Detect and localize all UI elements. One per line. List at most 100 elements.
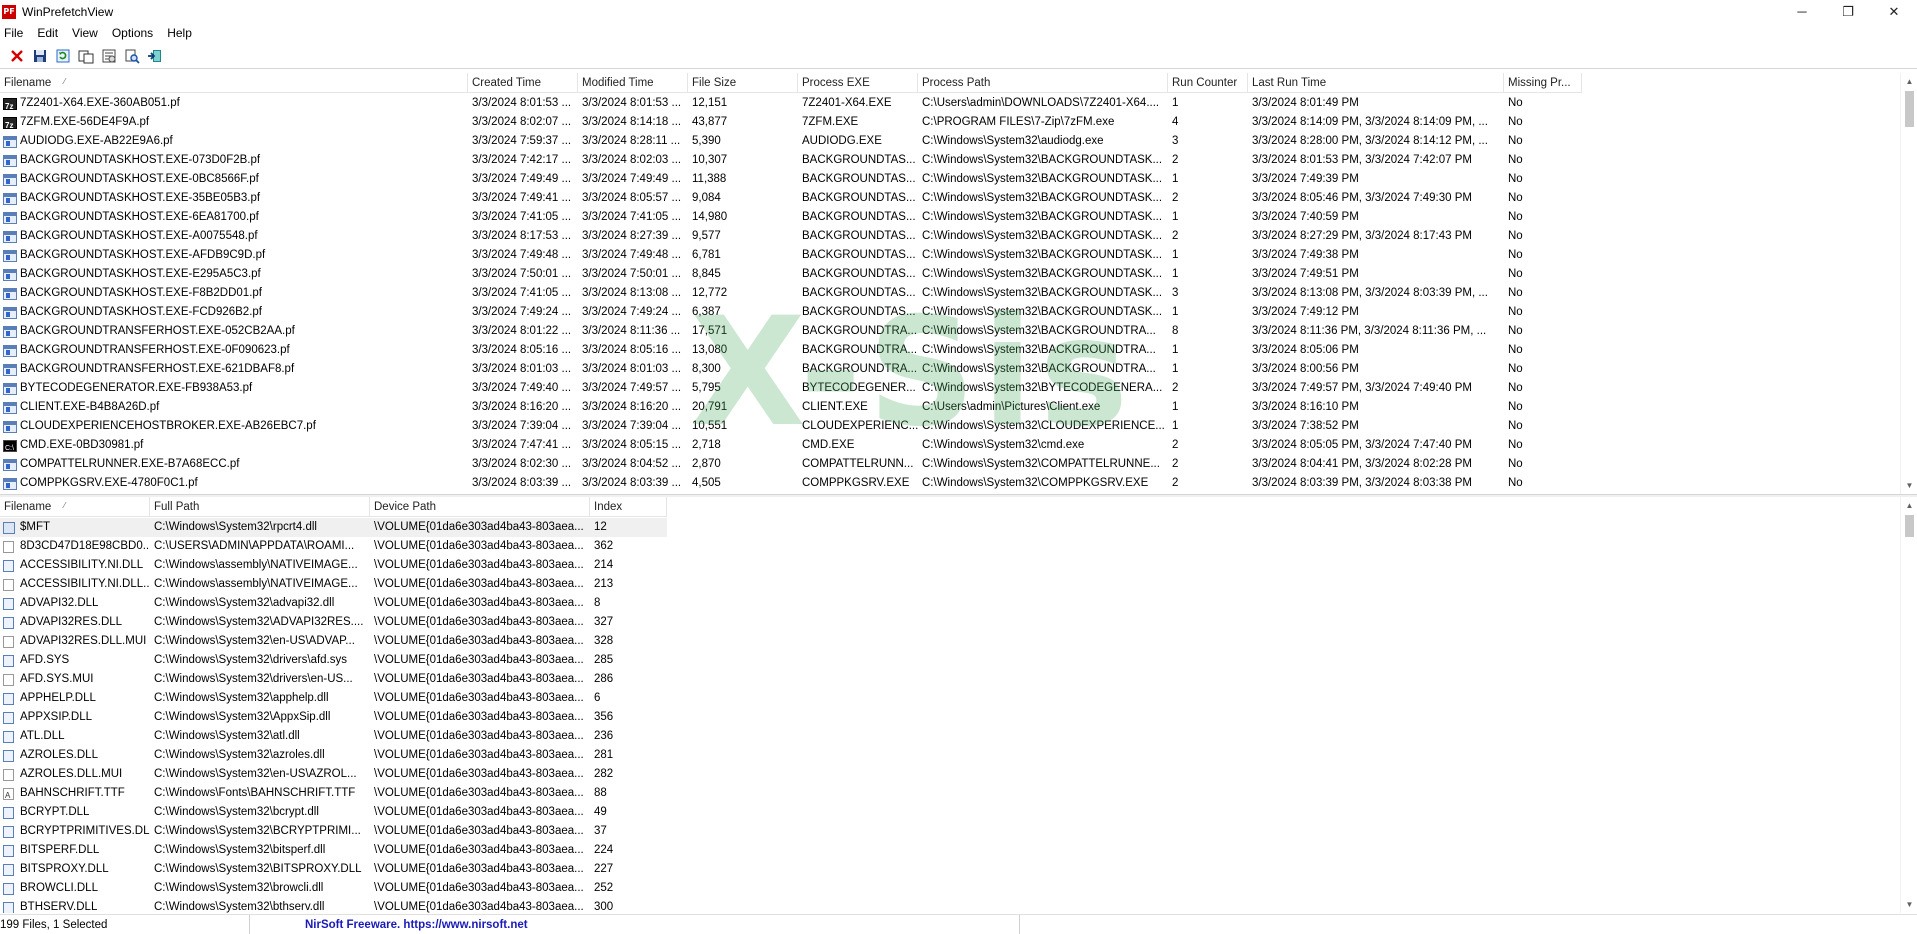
table-row[interactable]: AFD.SYS C:\Windows\System32\drivers\afd.s… bbox=[0, 651, 667, 670]
prefetch-list-scrollbar[interactable]: ▲ ▼ bbox=[1900, 73, 1917, 494]
col-last-run-time[interactable]: Last Run Time bbox=[1248, 73, 1504, 93]
table-row[interactable]: ADVAPI32RES.DLL C:\Windows\System32\ADVAP… bbox=[0, 613, 667, 632]
cell-filename: BACKGROUNDTASKHOST.EXE-FCD926B2.pf bbox=[0, 303, 468, 322]
scroll-down-icon[interactable]: ▼ bbox=[1901, 477, 1917, 494]
table-row[interactable]: COMPPKGSRV.EXE-4780F0C1.pf 3/3/2024 8:03:… bbox=[0, 474, 1582, 493]
cell-process-exe: CLOUDEXPERIENC... bbox=[802, 420, 918, 432]
table-row[interactable]: BACKGROUNDTASKHOST.EXE-F8B2DD01.pf 3/3/20… bbox=[0, 284, 1582, 303]
cell-file-size: 13,080 bbox=[692, 344, 728, 356]
table-row[interactable]: $MFT C:\Windows\System32\rpcrt4.dll \VOLUM… bbox=[0, 518, 667, 537]
table-row[interactable]: BACKGROUNDTASKHOST.EXE-0BC8566F.pf 3/3/20… bbox=[0, 170, 1582, 189]
table-row[interactable]: 8D3CD47D18E98CBD0... C:\USERS\ADMIN\APPDA… bbox=[0, 537, 667, 556]
table-row[interactable]: BACKGROUNDTASKHOST.EXE-35BE05B3.pf 3/3/20… bbox=[0, 189, 1582, 208]
table-row[interactable]: BACKGROUNDTASKHOST.EXE-073D0F2B.pf 3/3/20… bbox=[0, 151, 1582, 170]
copy-icon bbox=[78, 50, 94, 64]
col-created-time[interactable]: Created Time bbox=[468, 73, 578, 93]
cell-index: 213 bbox=[594, 578, 614, 590]
restore-button[interactable]: ❐ bbox=[1825, 0, 1871, 23]
col-run-counter[interactable]: Run Counter bbox=[1168, 73, 1248, 93]
col-filename[interactable]: Filename ⁄ bbox=[0, 73, 468, 93]
close-button[interactable]: ✕ bbox=[1871, 0, 1917, 23]
cell-filename: ADVAPI32.DLL bbox=[0, 594, 150, 613]
table-row[interactable]: ACCESSIBILITY.NI.DLL... C:\Windows\assemb… bbox=[0, 575, 667, 594]
scroll-thumb[interactable] bbox=[1905, 91, 1914, 127]
col-device-path[interactable]: Device Path bbox=[370, 497, 590, 517]
save-button[interactable] bbox=[29, 45, 51, 67]
table-row[interactable]: BACKGROUNDTRANSFERHOST.EXE-0F090623.pf 3/… bbox=[0, 341, 1582, 360]
col-modified-time[interactable]: Modified Time bbox=[578, 73, 688, 93]
table-row[interactable]: BACKGROUNDTASKHOST.EXE-A0075548.pf 3/3/20… bbox=[0, 227, 1582, 246]
menu-options[interactable]: Options bbox=[105, 23, 160, 43]
cell-created-time: 3/3/2024 7:49:24 ... bbox=[472, 306, 572, 318]
menu-help[interactable]: Help bbox=[160, 23, 199, 43]
table-row[interactable]: 7ZFM.EXE-56DE4F9A.pf 3/3/2024 8:02:07 ...… bbox=[0, 113, 1582, 132]
filename-text: ACCESSIBILITY.NI.DLL... bbox=[20, 578, 150, 590]
table-row[interactable]: BACKGROUNDTASKHOST.EXE-E295A5C3.pf 3/3/20… bbox=[0, 265, 1582, 284]
table-row[interactable]: APPHELP.DLL C:\Windows\System32\apphelp.d… bbox=[0, 689, 667, 708]
table-row[interactable]: AZROLES.DLL C:\Windows\System32\azroles.d… bbox=[0, 746, 667, 765]
col-missing-processes[interactable]: Missing Pr... bbox=[1504, 73, 1582, 93]
table-row[interactable]: ACCESSIBILITY.NI.DLL C:\Windows\assembly\… bbox=[0, 556, 667, 575]
exit-button[interactable] bbox=[144, 45, 166, 67]
cell-full-path: C:\Windows\System32\drivers\afd.sys bbox=[154, 654, 348, 666]
table-row[interactable]: ADVAPI32RES.DLL.MUI C:\Windows\System32\e… bbox=[0, 632, 667, 651]
table-row[interactable]: BCRYPT.DLL C:\Windows\System32\bcrypt.dll… bbox=[0, 803, 667, 822]
menu-edit[interactable]: Edit bbox=[30, 23, 65, 43]
cell-file-size: 5,795 bbox=[692, 382, 721, 394]
table-row[interactable]: APPXSIP.DLL C:\Windows\System32\AppxSip.d… bbox=[0, 708, 667, 727]
cell-process-path: C:\Windows\System32\BACKGROUNDTASK... bbox=[922, 287, 1163, 299]
table-row[interactable]: BACKGROUNDTASKHOST.EXE-FCD926B2.pf 3/3/20… bbox=[0, 303, 1582, 322]
table-row[interactable]: BAHNSCHRIFT.TTF C:\Windows\Fonts\BAHNSCHR… bbox=[0, 784, 667, 803]
table-row[interactable]: COMPATTELRUNNER.EXE-B7A68ECC.pf 3/3/2024 … bbox=[0, 455, 1582, 474]
cell-created-time: 3/3/2024 7:41:05 ... bbox=[472, 211, 572, 223]
table-row[interactable]: CMD.EXE-0BD30981.pf 3/3/2024 7:47:41 ... 3… bbox=[0, 436, 1582, 455]
scroll-up-icon[interactable]: ▲ bbox=[1901, 73, 1917, 90]
referenced-files-list[interactable]: Filename ⁄ Full Path Device Path Index $M… bbox=[0, 497, 1917, 913]
menu-file[interactable]: File bbox=[0, 23, 30, 43]
col-full-path[interactable]: Full Path bbox=[150, 497, 370, 517]
referenced-list-scrollbar[interactable]: ▲ ▼ bbox=[1900, 497, 1917, 913]
prefetch-files-list[interactable]: Filename ⁄ Created Time Modified Time Fil… bbox=[0, 73, 1917, 494]
table-row[interactable]: BACKGROUNDTASKHOST.EXE-AFDB9C9D.pf 3/3/20… bbox=[0, 246, 1582, 265]
table-row[interactable]: AZROLES.DLL.MUI C:\Windows\System32\en-US… bbox=[0, 765, 667, 784]
delete-button[interactable] bbox=[6, 45, 28, 67]
scroll-down-icon[interactable]: ▼ bbox=[1901, 896, 1917, 913]
filename-text: ADVAPI32RES.DLL bbox=[20, 616, 123, 628]
col-file-size[interactable]: File Size bbox=[688, 73, 798, 93]
properties-button[interactable] bbox=[98, 45, 120, 67]
table-row[interactable]: 7Z2401-X64.EXE-360AB051.pf 3/3/2024 8:01:… bbox=[0, 94, 1582, 113]
cell-last-run-time: 3/3/2024 8:28:00 PM, 3/3/2024 8:14:12 PM… bbox=[1252, 135, 1488, 147]
col-ref-filename[interactable]: Filename ⁄ bbox=[0, 497, 150, 517]
table-row[interactable]: CLIENT.EXE-B4B8A26D.pf 3/3/2024 8:16:20 .… bbox=[0, 398, 1582, 417]
col-process-exe[interactable]: Process EXE bbox=[798, 73, 918, 93]
table-row[interactable]: BROWCLI.DLL C:\Windows\System32\browcli.d… bbox=[0, 879, 667, 898]
table-row[interactable]: CLOUDEXPERIENCEHOSTBROKER.EXE-AB26EBC7.p… bbox=[0, 417, 1582, 436]
table-row[interactable]: AUDIODG.EXE-AB22E9A6.pf 3/3/2024 7:59:37 … bbox=[0, 132, 1582, 151]
table-row[interactable]: BCRYPTPRIMITIVES.DLL C:\Windows\System32\… bbox=[0, 822, 667, 841]
cell-run-counter: 1 bbox=[1172, 211, 1179, 223]
scroll-up-icon[interactable]: ▲ bbox=[1901, 497, 1917, 514]
table-row[interactable]: BACKGROUNDTASKHOST.EXE-6EA81700.pf 3/3/20… bbox=[0, 208, 1582, 227]
table-row[interactable]: BITSPERF.DLL C:\Windows\System32\bitsperf… bbox=[0, 841, 667, 860]
table-row[interactable]: BYTECODEGENERATOR.EXE-FB938A53.pf 3/3/202… bbox=[0, 379, 1582, 398]
menu-view[interactable]: View bbox=[65, 23, 105, 43]
col-process-path[interactable]: Process Path bbox=[918, 73, 1168, 93]
copy-button[interactable] bbox=[75, 45, 97, 67]
table-row[interactable]: BTHSERV.DLL C:\Windows\System32\bthserv.d… bbox=[0, 898, 667, 913]
find-button[interactable] bbox=[121, 45, 143, 67]
table-row[interactable]: BITSPROXY.DLL C:\Windows\System32\BITSPRO… bbox=[0, 860, 667, 879]
nirsoft-link[interactable]: NirSoft Freeware. https://www.nirsoft.ne… bbox=[250, 914, 1020, 934]
cell-run-counter: 2 bbox=[1172, 192, 1179, 204]
col-index[interactable]: Index bbox=[590, 497, 667, 517]
refresh-button[interactable] bbox=[52, 45, 74, 67]
table-row[interactable]: AFD.SYS.MUI C:\Windows\System32\drivers\e… bbox=[0, 670, 667, 689]
table-row[interactable]: ATL.DLL C:\Windows\System32\atl.dll \VOLUM… bbox=[0, 727, 667, 746]
table-row[interactable]: ADVAPI32.DLL C:\Windows\System32\advapi32… bbox=[0, 594, 667, 613]
cell-index: 8 bbox=[594, 597, 601, 609]
cell-process-path: C:\Windows\System32\BACKGROUNDTASK... bbox=[922, 173, 1163, 185]
scroll-thumb[interactable] bbox=[1905, 515, 1914, 537]
cell-last-run-time: 3/3/2024 7:38:52 PM bbox=[1252, 420, 1359, 432]
table-row[interactable]: BACKGROUNDTRANSFERHOST.EXE-621DBAF8.pf 3/… bbox=[0, 360, 1582, 379]
table-row[interactable]: BACKGROUNDTRANSFERHOST.EXE-052CB2AA.pf 3/… bbox=[0, 322, 1582, 341]
minimize-button[interactable]: ─ bbox=[1779, 0, 1825, 23]
